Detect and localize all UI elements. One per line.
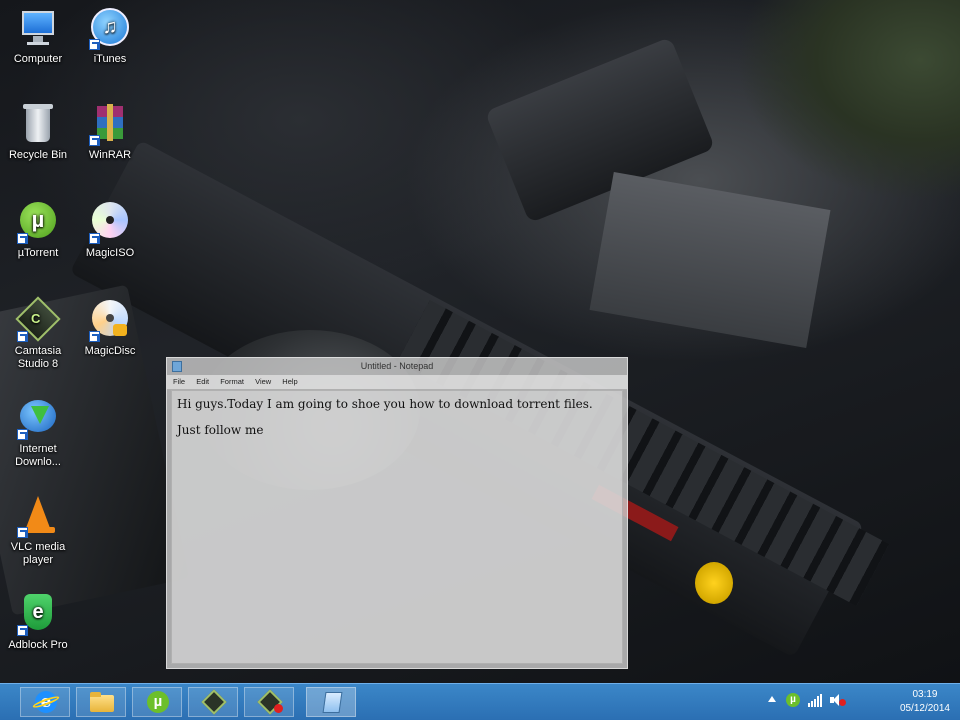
desktop-icon-internet-download-manager[interactable]: Internet Downlo...	[0, 398, 76, 469]
notepad-text-area[interactable]: Hi guys.Today I am going to shoe you how…	[171, 390, 623, 664]
desktop-icon-adblock-pro[interactable]: e Adblock Pro	[0, 594, 76, 652]
desktop-icon-label: Adblock Pro	[8, 639, 68, 651]
utorrent-icon: µ	[17, 202, 59, 244]
magicdisc-icon	[89, 300, 131, 342]
desktop-icon-vlc[interactable]: VLC media player	[0, 496, 76, 567]
internet-download-manager-icon	[17, 398, 59, 440]
desktop-icon-label: WinRAR	[88, 149, 132, 161]
text-line-1: Hi guys.Today I am going to shoe you how…	[177, 397, 593, 411]
taskbar-camtasia-recorder-button[interactable]	[244, 687, 294, 717]
volume-muted-icon[interactable]	[830, 693, 846, 707]
desktop-icon-label: MagicDisc	[84, 345, 136, 357]
internet-explorer-icon: e	[31, 691, 61, 713]
desktop-icon-itunes[interactable]: ♫ iTunes	[72, 8, 148, 66]
tray-utorrent-icon[interactable]: µ	[786, 693, 800, 707]
desktop-icon-label: Recycle Bin	[8, 149, 68, 161]
taskbar: e µ µ 03:19 05/12/2014	[0, 683, 960, 720]
desktop-icon-recycle-bin[interactable]: Recycle Bin	[0, 104, 76, 162]
text-line-2: Just follow me	[177, 423, 264, 437]
network-signal-icon[interactable]	[808, 693, 824, 707]
vlc-cone-icon	[17, 496, 59, 538]
notepad-window[interactable]: Untitled - Notepad File Edit Format View…	[166, 357, 628, 669]
menu-view[interactable]: View	[255, 377, 271, 386]
camtasia-icon: C	[15, 296, 61, 342]
recycle-bin-icon	[17, 104, 59, 146]
desktop-icon-magicdisc[interactable]: MagicDisc	[72, 300, 148, 358]
winrar-icon	[89, 104, 131, 146]
system-tray: µ 03:19 05/12/2014	[750, 684, 960, 720]
camtasia-recorder-icon	[257, 689, 283, 715]
menu-file[interactable]: File	[173, 377, 185, 386]
menu-format[interactable]: Format	[220, 377, 244, 386]
desktop-icon-label: Camtasia Studio 8	[14, 345, 62, 370]
menu-help[interactable]: Help	[282, 377, 297, 386]
menu-edit[interactable]: Edit	[196, 377, 209, 386]
utorrent-icon: µ	[145, 691, 171, 713]
wallpaper-strap	[589, 171, 831, 349]
clock-date: 05/12/2014	[899, 703, 950, 714]
desktop-icon-magiciso[interactable]: MagicISO	[72, 202, 148, 260]
desktop-icon-label: VLC media player	[10, 541, 66, 566]
wallpaper-laser-cap	[695, 562, 733, 604]
show-hidden-icons-chevron-icon[interactable]	[768, 696, 776, 702]
taskbar-utorrent-button[interactable]: µ	[132, 687, 182, 717]
notepad-menu-bar: File Edit Format View Help	[167, 375, 627, 390]
taskbar-file-explorer-button[interactable]	[76, 687, 126, 717]
clock-time: 03:19	[912, 689, 938, 700]
camtasia-icon	[201, 689, 227, 715]
notepad-title-bar[interactable]: Untitled - Notepad	[167, 358, 627, 375]
desktop-icon-label: MagicISO	[85, 247, 135, 259]
desktop-icon-winrar[interactable]: WinRAR	[72, 104, 148, 162]
itunes-icon: ♫	[89, 8, 131, 50]
desktop-icon-computer[interactable]: Computer	[0, 8, 76, 66]
notepad-icon	[319, 691, 345, 713]
desktop-icon-label: Computer	[13, 53, 63, 65]
computer-icon	[17, 8, 59, 50]
file-explorer-icon	[89, 691, 115, 713]
taskbar-clock[interactable]: 03:19 05/12/2014	[900, 688, 950, 716]
taskbar-notepad-button[interactable]	[306, 687, 356, 717]
taskbar-camtasia-button[interactable]	[188, 687, 238, 717]
taskbar-internet-explorer-button[interactable]: e	[20, 687, 70, 717]
desktop-icon-label: µTorrent	[17, 247, 59, 259]
magiciso-disc-icon	[89, 202, 131, 244]
desktop-icon-utorrent[interactable]: µ µTorrent	[0, 202, 76, 260]
adblock-shield-icon: e	[17, 594, 59, 636]
desktop-icon-camtasia[interactable]: C Camtasia Studio 8	[0, 296, 76, 371]
window-title: Untitled - Notepad	[360, 361, 434, 371]
desktop-icon-label: Internet Downlo...	[15, 443, 61, 468]
desktop-icon-label: iTunes	[93, 53, 127, 65]
notepad-icon	[172, 361, 182, 372]
